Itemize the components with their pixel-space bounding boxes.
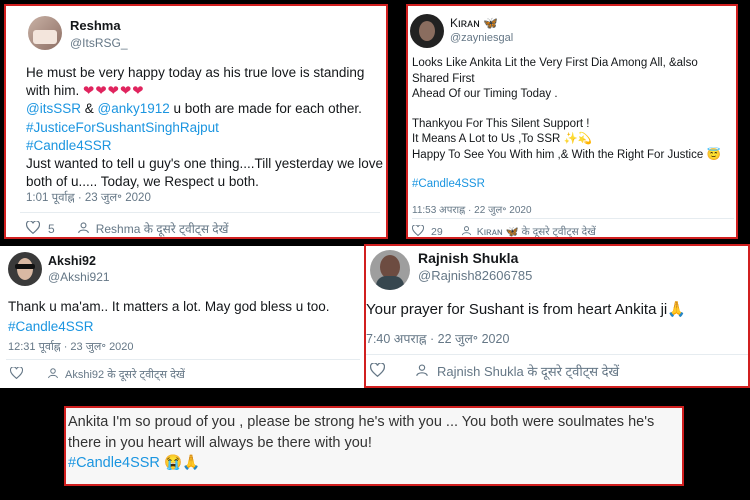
tweet-text-line: Ahead Of our Timing Today .	[412, 88, 558, 101]
tweet-text-line: Ankita I'm so proud of you , please be s…	[68, 414, 655, 451]
tweet-text-line: He must be very happy today as his true …	[26, 65, 365, 99]
mention-link[interactable]: @itsSSR	[26, 101, 81, 116]
user-handle[interactable]: @Rajnish82606785	[418, 268, 532, 283]
tweet-card-reshma: Reshma @ItsRSG_ He must be very happy to…	[4, 4, 388, 239]
like-count: 29	[431, 226, 443, 238]
user-icon	[461, 225, 472, 237]
tweet-actions: Akshi92 के दूसरे ट्वीट्स देखें	[9, 366, 185, 382]
divider	[20, 212, 380, 213]
display-name[interactable]: Reshma	[70, 18, 121, 33]
see-more-tweets-link[interactable]: Reshma के दूसरे ट्वीट्स देखें	[96, 220, 229, 237]
hashtag-link[interactable]: #Candle4SSR	[412, 177, 736, 193]
divider	[6, 359, 360, 360]
hashtag-link[interactable]: #Candle4SSR	[68, 455, 160, 471]
avatar[interactable]	[370, 250, 410, 290]
tweet-actions: 5 Reshma के दूसरे ट्वीट्स देखें	[25, 219, 229, 237]
avatar[interactable]	[410, 14, 444, 48]
tweet-text-line: It Means A Lot to Us ,To SSR	[412, 133, 561, 146]
user-icon	[47, 367, 59, 382]
sparkle-icon: ✨💫	[563, 133, 593, 146]
tweet-card-rajnish: Rajnish Shukla @Rajnish82606785 Your pra…	[364, 244, 750, 388]
text-fragment: u both are made for each other.	[169, 101, 362, 117]
folded-hands-icon: 🙏	[667, 301, 686, 318]
hashtag-link[interactable]: #Candle4SSR	[8, 318, 360, 336]
timestamp[interactable]: 11:53 अपराह्न · 22 जुल॰ 2020	[412, 202, 532, 216]
user-handle[interactable]: @zayniesgal	[450, 32, 513, 44]
user-icon	[415, 363, 429, 380]
timestamp[interactable]: 12:31 पूर्वाह्न · 23 जुल॰ 2020	[8, 339, 134, 354]
tweet-text: Thank u ma'am.. It matters a lot. May go…	[8, 298, 360, 336]
tweet-card-akshi: Akshi92 @Akshi921 Thank u ma'am.. It mat…	[0, 246, 364, 388]
divider	[366, 354, 748, 355]
tweet-card-kiran: Kιʀᴀɴ 🦋 @zayniesgal Looks Like Ankita Li…	[406, 4, 738, 239]
display-name-text: Kιʀᴀɴ	[450, 16, 480, 30]
text-fragment: &	[80, 101, 98, 117]
tweet-text: Ankita I'm so proud of you , please be s…	[68, 412, 680, 474]
avatar[interactable]	[28, 16, 62, 50]
divider	[412, 218, 734, 219]
smiley-halo-icon: 😇	[706, 148, 721, 161]
hashtag-link[interactable]: #Candle4SSR	[26, 138, 112, 153]
tweet-text-line: Happy To See You With him ,& With the Ri…	[412, 148, 704, 161]
tweet-text-line: Looks Like Ankita Lit the Very First Dia…	[412, 57, 698, 85]
tweet-text: Looks Like Ankita Lit the Very First Dia…	[412, 56, 736, 193]
heart-outline-icon[interactable]	[411, 224, 425, 237]
tweet-actions: 29 Kιʀᴀɴ 🦋 के दूसरे ट्वीट्स देखें	[411, 224, 596, 238]
display-name[interactable]: Kιʀᴀɴ 🦋	[450, 16, 498, 30]
user-handle[interactable]: @ItsRSG_	[70, 36, 128, 50]
mention-link[interactable]: @anky1912	[97, 101, 169, 116]
hashtag-link[interactable]: #JusticeForSushantSinghRajput	[26, 120, 219, 135]
see-more-tweets-link[interactable]: Kιʀᴀɴ 🦋 के दूसरे ट्वीट्स देखें	[477, 225, 596, 237]
see-more-tweets-link[interactable]: Rajnish Shukla के दूसरे ट्वीट्स देखें	[437, 362, 619, 380]
tweet-text: Your prayer for Sushant is from heart An…	[366, 300, 748, 320]
tweet-text-line: Thank u ma'am.. It matters a lot. May go…	[8, 299, 330, 314]
heart-outline-icon[interactable]	[369, 361, 386, 380]
heart-outline-icon[interactable]	[9, 366, 24, 382]
avatar[interactable]	[8, 252, 42, 286]
butterfly-icon: 🦋	[483, 16, 499, 30]
tweet-actions: Rajnish Shukla के दूसरे ट्वीट्स देखें	[369, 361, 619, 380]
like-count: 5	[48, 221, 55, 236]
timestamp[interactable]: 7:40 अपराह्न · 22 जुल॰ 2020	[366, 330, 509, 347]
heart-emojis: ❤❤❤❤❤	[83, 83, 145, 99]
crying-face-icon: 😭🙏	[163, 455, 201, 472]
tweet-card-bottom: Ankita I'm so proud of you , please be s…	[64, 406, 684, 486]
tweet-text: He must be very happy today as his true …	[26, 64, 386, 192]
timestamp[interactable]: 1:01 पूर्वाह्न · 23 जुल॰ 2020	[26, 190, 151, 205]
tweet-text-line: Just wanted to tell u guy's one thing...…	[26, 156, 384, 190]
display-name[interactable]: Akshi92	[48, 254, 96, 268]
tweet-text-line: Your prayer for Sushant is from heart An…	[366, 301, 668, 318]
tweet-text-line: Thankyou For This Silent Support !	[412, 117, 590, 130]
user-handle[interactable]: @Akshi921	[48, 270, 110, 284]
see-more-tweets-link[interactable]: Akshi92 के दूसरे ट्वीट्स देखें	[65, 367, 185, 382]
display-name[interactable]: Rajnish Shukla	[418, 250, 518, 266]
user-icon	[77, 221, 90, 237]
heart-outline-icon[interactable]	[25, 219, 41, 237]
